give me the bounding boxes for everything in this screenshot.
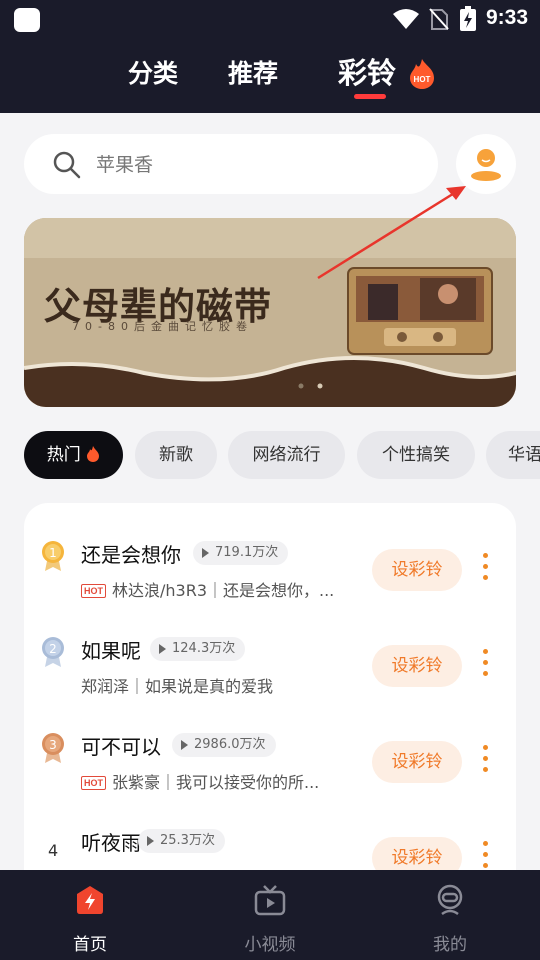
search-bar[interactable]: 苹果香 (24, 134, 438, 194)
chip-network-popular[interactable]: 网络流行 (228, 431, 345, 479)
nav-label: 小视频 (244, 935, 296, 955)
rank-number: 4 (48, 841, 59, 860)
play-icon (181, 740, 188, 750)
profile-icon (437, 884, 463, 916)
play-count: 2986.0万次 (172, 733, 276, 757)
song-title: 可不可以 (81, 735, 161, 759)
set-ringtone-button[interactable]: 设彩铃 (372, 549, 462, 591)
song-desc: HOT 林达浪/h3R3｜还是会想你，... (81, 577, 334, 601)
chip-label: 热门 (46, 445, 81, 465)
nav-label: 首页 (73, 935, 107, 955)
song-desc: 郑润泽｜如果说是真的爱我 (81, 677, 274, 696)
set-ringtone-button[interactable]: 设彩铃 (372, 645, 462, 687)
song-title: 还是会想你 (81, 543, 181, 567)
bronze-medal-icon: 3 (42, 733, 64, 763)
play-count: 719.1万次 (193, 541, 289, 565)
tab-active-indicator (354, 94, 386, 99)
hot-badge: HOT (81, 776, 106, 790)
hot-flame-icon: HOT (410, 59, 434, 89)
no-sim-icon (429, 8, 449, 30)
nav-home[interactable]: 首页 (0, 870, 180, 960)
banner-page-dots (298, 383, 323, 389)
song-list: 1 还是会想你 719.1万次 HOT 林达浪/h3R3｜还是会想你，... 设彩… (24, 503, 516, 903)
avatar-icon (471, 149, 501, 181)
svg-text:1: 1 (49, 546, 57, 560)
hot-badge-text: HOT (414, 75, 431, 84)
home-bolt-icon (77, 886, 103, 914)
avatar-button[interactable] (456, 134, 516, 194)
play-icon (159, 644, 166, 654)
wifi-icon (393, 9, 419, 29)
list-item[interactable]: 1 还是会想你 719.1万次 HOT 林达浪/h3R3｜还是会想你，... 设彩… (24, 503, 516, 601)
more-options-icon[interactable] (480, 649, 490, 681)
nav-profile[interactable]: 我的 (360, 870, 540, 960)
tab-category[interactable]: 分类 (128, 54, 178, 90)
chip-funny[interactable]: 个性搞笑 (357, 431, 475, 479)
search-icon (53, 151, 81, 179)
more-options-icon[interactable] (480, 841, 490, 873)
chip-hot[interactable]: 热门 (24, 431, 123, 479)
tv-play-icon (254, 885, 286, 916)
chip-chinese[interactable]: 华语 (486, 431, 540, 479)
svg-text:2: 2 (49, 642, 57, 656)
notification-app-icon (14, 8, 40, 32)
promo-banner[interactable]: 父母辈的磁带 70-80后金曲记忆胶卷 (24, 218, 516, 407)
bottom-nav: 首页 小视频 我的 (0, 870, 540, 960)
battery-charging-icon (460, 6, 476, 31)
play-icon (202, 548, 209, 558)
nav-label: 我的 (433, 935, 467, 955)
status-bar: 9:33 (0, 0, 540, 38)
song-desc: HOT 张紫豪｜我可以接受你的所... (81, 769, 319, 793)
tab-recommend[interactable]: 推荐 (228, 54, 278, 90)
list-item[interactable]: 2 如果呢 124.3万次 郑润泽｜如果说是真的爱我 设彩铃 (24, 599, 516, 696)
nav-short-video[interactable]: 小视频 (180, 870, 360, 960)
top-bar: 9:33 分类 推荐 彩铃 HOT (0, 0, 540, 113)
banner-subtitle: 70-80后金曲记忆胶卷 (72, 320, 253, 333)
status-time: 9:33 (486, 6, 529, 29)
search-placeholder: 苹果香 (96, 154, 154, 176)
song-title: 听夜雨 (81, 831, 141, 855)
silver-medal-icon: 2 (42, 637, 64, 667)
play-count: 25.3万次 (138, 829, 225, 853)
play-icon (147, 836, 154, 846)
hot-badge: HOT (81, 584, 106, 598)
gold-medal-icon: 1 (42, 541, 64, 571)
song-title: 如果呢 (81, 639, 141, 663)
fire-icon (87, 446, 100, 462)
more-options-icon[interactable] (480, 553, 490, 585)
category-chips: 热门 新歌 网络流行 个性搞笑 华语 (24, 431, 540, 479)
top-tabs: 分类 推荐 彩铃 HOT (0, 50, 540, 100)
more-options-icon[interactable] (480, 745, 490, 777)
play-count: 124.3万次 (150, 637, 246, 661)
set-ringtone-button[interactable]: 设彩铃 (372, 741, 462, 783)
svg-text:3: 3 (49, 738, 57, 752)
tab-ringtone[interactable]: 彩铃 (338, 50, 396, 92)
list-item[interactable]: 3 可不可以 2986.0万次 HOT 张紫豪｜我可以接受你的所... 设彩铃 (24, 695, 516, 793)
chip-new-songs[interactable]: 新歌 (135, 431, 217, 479)
